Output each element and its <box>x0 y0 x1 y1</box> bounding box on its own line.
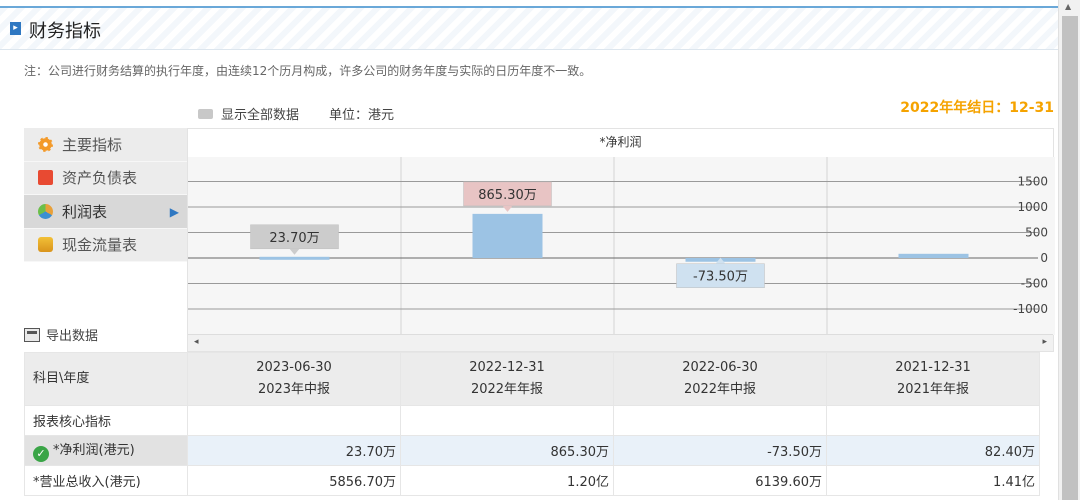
scroll-right-icon[interactable]: ▸ <box>1042 337 1047 347</box>
table-cell: 6139.60万 <box>613 465 827 496</box>
menu-item-label: 资产负债表 <box>62 169 138 188</box>
scroll-up-icon[interactable]: ▲ <box>1065 2 1071 11</box>
period-date: 2021-12-31 <box>895 360 971 375</box>
table-header-label: 科目\年度 <box>24 352 188 406</box>
data-label: -73.50万 <box>693 270 748 285</box>
net-profit-chart: *净利润 1500 1000 500 0 -500 -1000 23.70万 865.30万 -… <box>187 128 1055 352</box>
gear-icon <box>38 136 53 152</box>
page: ▸ 财务指标 注：公司进行财务结算的执行年度，由连续12个历月构成，许多公司的财… <box>0 0 1080 500</box>
show-all-data-link[interactable]: 显示全部数据 <box>221 104 299 123</box>
menu-item-balance-sheet[interactable]: 资产负债表 <box>24 161 187 195</box>
row-label: *营业总收入(港元) <box>24 465 188 496</box>
chart-toolbar: 显示全部数据 单位：港元 <box>198 104 394 123</box>
chart-plot: 1500 1000 500 0 -500 -1000 23.70万 865.30万 -73.50… <box>188 157 1055 335</box>
page-scrollbar[interactable]: ▲ <box>1058 0 1080 500</box>
period-type: 2022年年报 <box>470 382 544 397</box>
menu-item-label: 利润表 <box>62 202 108 221</box>
chevron-right-icon: ▶ <box>169 205 179 219</box>
y-tick-label: 500 <box>1025 226 1048 240</box>
scroll-left-icon[interactable]: ◂ <box>194 337 199 347</box>
scrollbar-thumb[interactable] <box>1062 16 1078 500</box>
y-tick-label: 1500 <box>1017 175 1048 189</box>
menu-item-label: 现金流量表 <box>62 236 138 255</box>
section-header: ▸ 财务指标 <box>0 8 1058 50</box>
table-cell: 23.70万 <box>187 435 401 466</box>
financial-table: 科目\年度 2023-06-30 2023年中报 2022-12-31 2022年年… <box>24 352 1040 496</box>
document-icon <box>38 170 53 186</box>
table-section-row: 报表核心指标 <box>24 405 1040 436</box>
menu-item-main-indicators[interactable]: 主要指标 <box>24 128 187 162</box>
y-tick-label: -1000 <box>1013 302 1048 316</box>
bar <box>472 213 543 258</box>
period-type: 2021年年报 <box>896 382 970 397</box>
menu-item-label: 主要指标 <box>62 135 123 154</box>
period-header: 2023-06-30 2023年中报 <box>187 352 401 406</box>
unit-label: 单位：港元 <box>329 108 395 123</box>
period-type: 2023年中报 <box>257 382 331 397</box>
data-label: 23.70万 <box>269 231 319 246</box>
period-date: 2023-06-30 <box>256 360 332 375</box>
coins-icon <box>38 237 53 253</box>
data-label: 865.30万 <box>478 188 537 203</box>
period-date: 2022-12-31 <box>469 360 545 375</box>
y-tick-label: -500 <box>1021 277 1048 291</box>
table-row[interactable]: *营业总收入(港元) 5856.70万 1.20亿 6139.60万 1.41亿 <box>24 465 1040 496</box>
table-header-row: 科目\年度 2023-06-30 2023年中报 2022-12-31 2022年年… <box>24 352 1040 406</box>
table-cell: 1.20亿 <box>400 465 614 496</box>
table-cell: 865.30万 <box>400 435 614 466</box>
bar <box>259 256 330 260</box>
table-cell: -73.50万 <box>613 435 827 466</box>
menu-item-cash-flow[interactable]: 现金流量表 <box>24 228 187 262</box>
export-icon <box>24 327 40 342</box>
table-cell: 82.40万 <box>826 435 1040 466</box>
fiscal-note: 注：公司进行财务结算的执行年度，由连续12个历月构成，许多公司的财务年度与实际的… <box>24 64 592 78</box>
y-tick-label: 0 <box>1040 251 1048 265</box>
bar <box>898 253 969 258</box>
check-icon: ✓ <box>33 446 49 462</box>
y-tick-label: 1000 <box>1017 200 1048 214</box>
period-type: 2022年中报 <box>683 382 757 397</box>
table-cell: 1.41亿 <box>826 465 1040 496</box>
section-label: 报表核心指标 <box>24 405 188 436</box>
menu-item-income-statement[interactable]: 利润表 ▶ <box>24 195 187 229</box>
row-label-text: *净利润(港元) <box>53 443 135 458</box>
row-label: ✓ *净利润(港元) <box>24 435 188 466</box>
year-end-label: 2022年年结日：12-31 <box>900 100 1054 116</box>
chart-scrollbar[interactable]: ◂ ▸ <box>188 334 1053 351</box>
period-header: 2022-12-31 2022年年报 <box>400 352 614 406</box>
table-row[interactable]: ✓ *净利润(港元) 23.70万 865.30万 -73.50万 82.40万 <box>24 435 1040 466</box>
section-title: 财务指标 <box>29 21 101 42</box>
period-header: 2021-12-31 2021年年报 <box>826 352 1040 406</box>
pie-chart-icon <box>38 203 53 219</box>
arrow-right-icon: ▸ <box>10 22 21 35</box>
export-label: 导出数据 <box>46 329 99 344</box>
period-date: 2022-06-30 <box>682 360 758 375</box>
period-header: 2022-06-30 2022年中报 <box>613 352 827 406</box>
table-cell: 5856.70万 <box>187 465 401 496</box>
comment-icon <box>198 108 213 119</box>
export-data-button[interactable]: 导出数据 <box>24 325 98 344</box>
statement-menu: 主要指标 资产负债表 利润表 ▶ 现金流量表 <box>24 128 187 262</box>
